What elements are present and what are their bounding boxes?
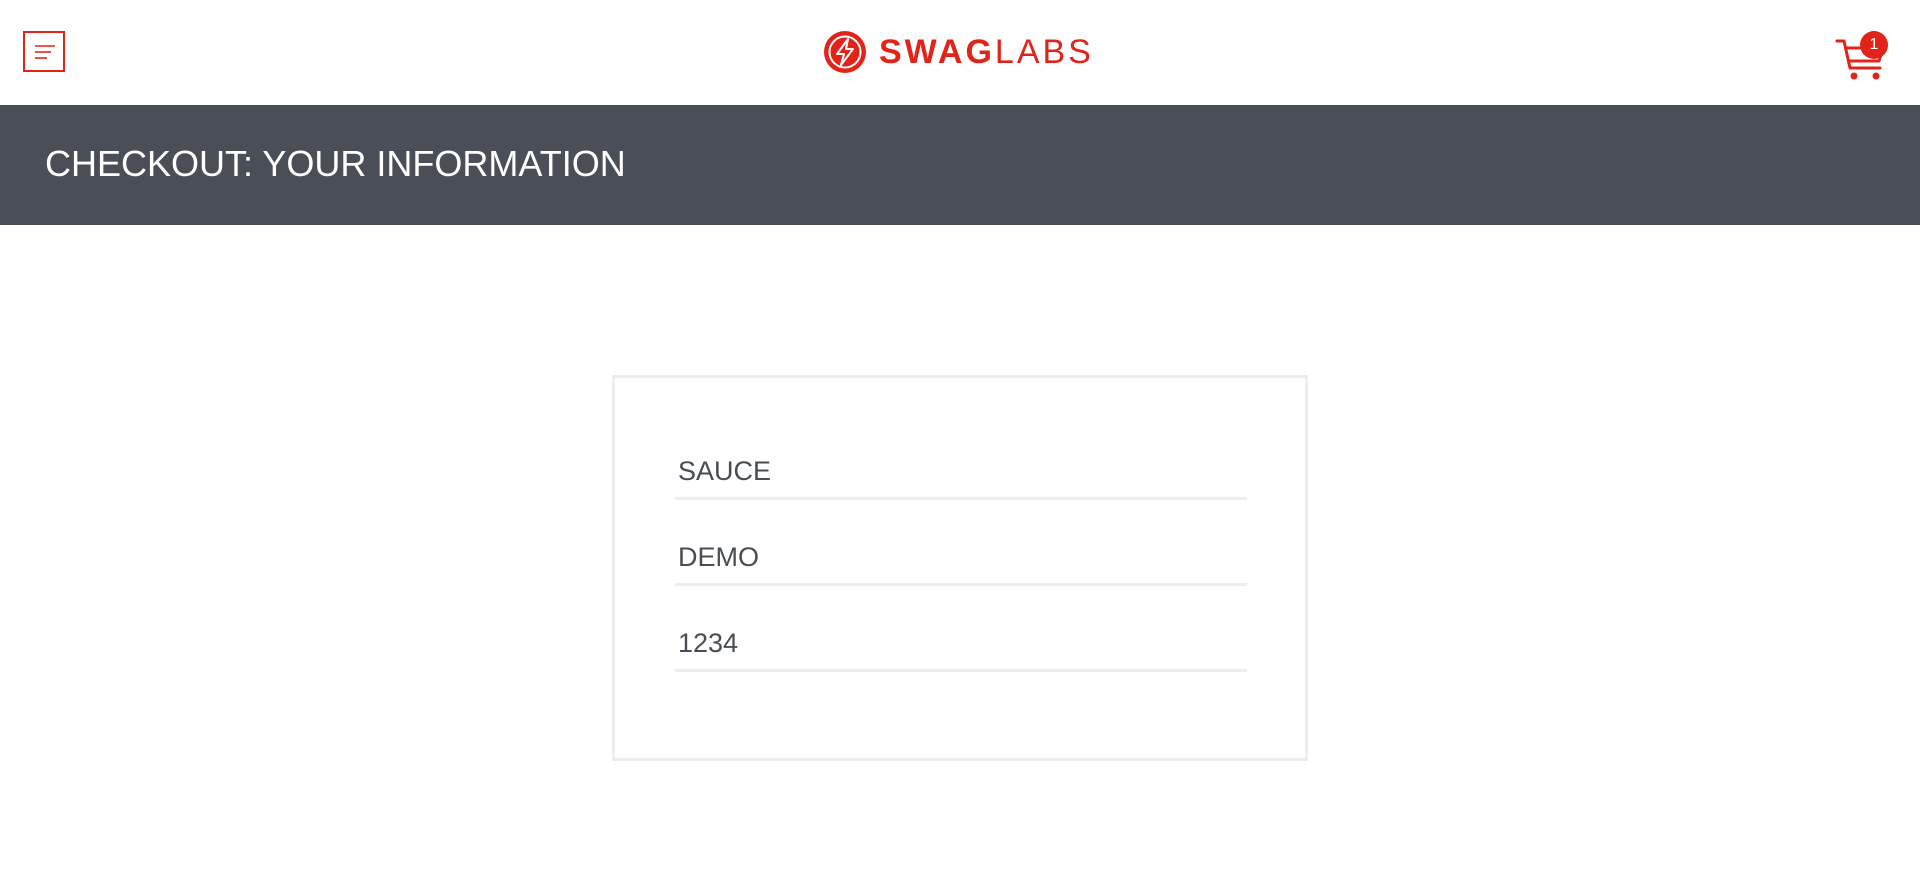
first-name-input[interactable] bbox=[678, 456, 1238, 487]
checkout-info-form bbox=[612, 375, 1308, 761]
menu-icon bbox=[35, 45, 55, 59]
logo-text-swag: SWAG bbox=[879, 33, 995, 71]
lightning-bolt-icon bbox=[824, 31, 866, 73]
page-title: CHECKOUT: YOUR INFORMATION bbox=[45, 143, 626, 184]
title-bar: CHECKOUT: YOUR INFORMATION bbox=[0, 105, 1920, 225]
last-name-input[interactable] bbox=[678, 542, 1238, 573]
logo-text: SWAGLABS bbox=[879, 30, 1094, 74]
logo-text-labs: LABS bbox=[994, 33, 1094, 71]
last-name-field bbox=[675, 526, 1247, 586]
postal-code-field bbox=[675, 612, 1247, 672]
cart-badge: 1 bbox=[1860, 31, 1888, 59]
header: SWAGLABS 1 bbox=[0, 0, 1920, 105]
swag-labs-logo: SWAGLABS bbox=[823, 30, 1094, 74]
menu-button[interactable] bbox=[23, 31, 65, 72]
first-name-field bbox=[675, 440, 1247, 500]
postal-code-input[interactable] bbox=[678, 628, 1238, 659]
